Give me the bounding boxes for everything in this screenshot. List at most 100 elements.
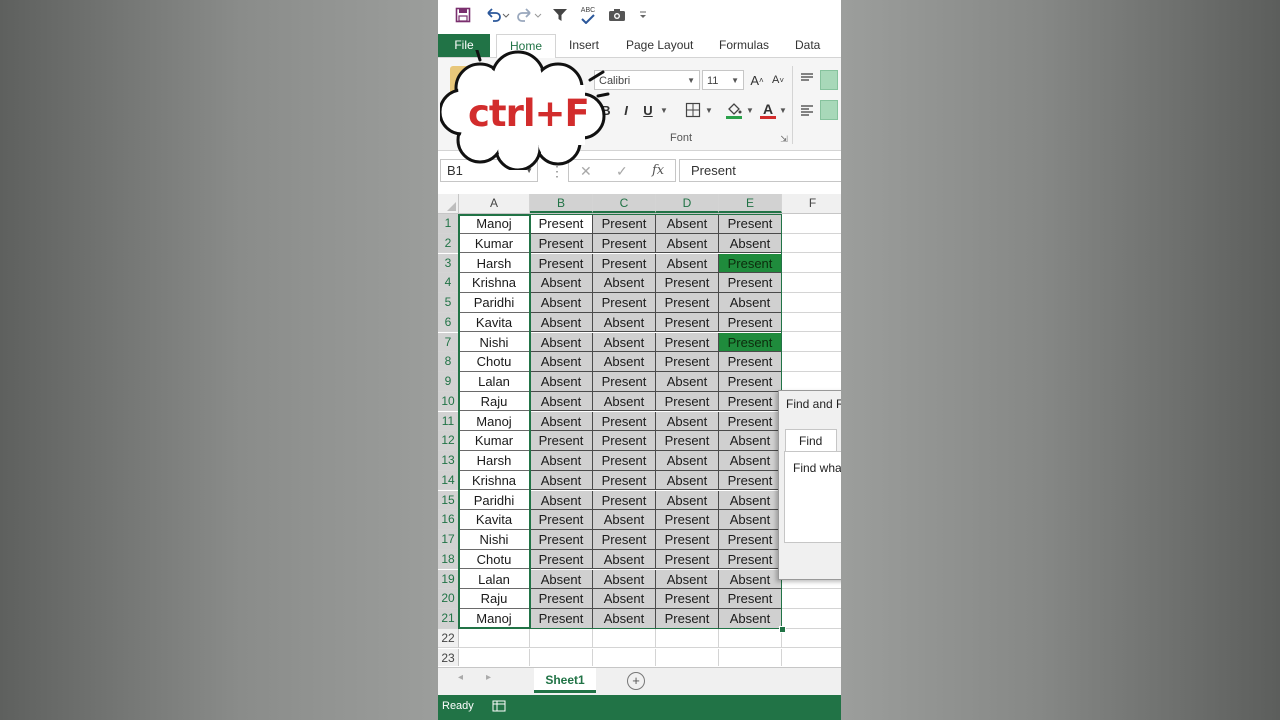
cell-b19[interactable]: Absent — [530, 569, 593, 590]
align-left-icon[interactable] — [798, 100, 816, 120]
row-header[interactable]: 6 — [438, 312, 459, 333]
cell-a20[interactable]: Raju — [459, 589, 530, 609]
cell-a9[interactable]: Lalan — [459, 372, 530, 392]
cell-c9[interactable]: Present — [593, 372, 656, 392]
camera-icon[interactable] — [606, 4, 628, 26]
column-header-d[interactable]: D — [656, 194, 719, 213]
tab-page-layout[interactable]: Page Layout — [626, 34, 693, 57]
italic-button[interactable]: I — [618, 100, 634, 120]
row-header[interactable]: 5 — [438, 293, 459, 313]
cell-b2[interactable]: Present — [530, 233, 593, 254]
cell-b12[interactable]: Present — [530, 431, 593, 451]
cell-a19[interactable]: Lalan — [459, 569, 530, 590]
cell-b15[interactable]: Absent — [530, 490, 593, 511]
cell-e19[interactable]: Absent — [719, 569, 782, 590]
cell-b14[interactable]: Absent — [530, 470, 593, 491]
cell-c22[interactable] — [593, 628, 656, 649]
cell-d16[interactable]: Present — [656, 510, 719, 530]
row-header[interactable]: 12 — [438, 431, 459, 451]
row-header[interactable]: 16 — [438, 510, 459, 530]
cell-d1[interactable]: Absent — [656, 214, 719, 234]
confirm-icon[interactable]: ✓ — [616, 163, 628, 180]
customize-icon[interactable] — [636, 4, 650, 26]
cell-e7[interactable]: Present — [719, 332, 782, 353]
cell-b5[interactable]: Absent — [530, 293, 593, 313]
cell-e6[interactable]: Present — [719, 312, 782, 333]
cell-e21[interactable]: Absent — [719, 609, 782, 629]
column-header-a[interactable]: A — [459, 194, 530, 213]
row-header[interactable]: 22 — [438, 628, 459, 649]
cell-b20[interactable]: Present — [530, 589, 593, 609]
cell-e20[interactable]: Present — [719, 589, 782, 609]
cell-a8[interactable]: Chotu — [459, 352, 530, 372]
cell-e9[interactable]: Present — [719, 372, 782, 392]
cell-a5[interactable]: Paridhi — [459, 293, 530, 313]
column-header-f[interactable]: F — [782, 194, 841, 213]
cell-d14[interactable]: Absent — [656, 470, 719, 491]
cell-a10[interactable]: Raju — [459, 391, 530, 412]
cell-d22[interactable] — [656, 628, 719, 649]
cell-d3[interactable]: Absent — [656, 253, 719, 274]
cell-a2[interactable]: Kumar — [459, 233, 530, 254]
row-header[interactable]: 21 — [438, 609, 459, 629]
cell-e12[interactable]: Absent — [719, 431, 782, 451]
cell-d7[interactable]: Present — [656, 332, 719, 353]
fill-handle[interactable] — [779, 625, 786, 633]
cell-d9[interactable]: Absent — [656, 372, 719, 392]
cell-d6[interactable]: Present — [656, 312, 719, 333]
cell-a22[interactable] — [459, 628, 530, 649]
row-header[interactable]: 19 — [438, 569, 459, 590]
chevron-down-icon[interactable]: ▼ — [704, 100, 714, 120]
column-header-c[interactable]: C — [593, 194, 656, 213]
cell-a3[interactable]: Harsh — [459, 253, 530, 274]
row-header[interactable]: 7 — [438, 332, 459, 353]
cell-d4[interactable]: Present — [656, 273, 719, 293]
column-header-e[interactable]: E — [719, 194, 782, 213]
tab-find[interactable]: Find — [785, 429, 837, 451]
cell-d17[interactable]: Present — [656, 530, 719, 550]
cell-a16[interactable]: Kavita — [459, 510, 530, 530]
cell-c17[interactable]: Present — [593, 530, 656, 550]
fill-color-icon[interactable] — [723, 100, 745, 120]
cell-d5[interactable]: Present — [656, 293, 719, 313]
row-header[interactable]: 10 — [438, 391, 459, 412]
cell-d15[interactable]: Absent — [656, 490, 719, 511]
cell-e23[interactable] — [719, 648, 782, 666]
row-header[interactable]: 8 — [438, 352, 459, 372]
cell-a18[interactable]: Chotu — [459, 549, 530, 570]
row-header[interactable]: 11 — [438, 411, 459, 432]
cell-f9[interactable] — [782, 372, 841, 392]
shrink-font-icon[interactable]: A ˅ — [769, 70, 787, 90]
cell-f23[interactable] — [782, 649, 841, 667]
cell-c12[interactable]: Present — [593, 431, 656, 451]
cell-a17[interactable]: Nishi — [459, 530, 530, 550]
redo-icon[interactable] — [514, 4, 544, 26]
cell-a21[interactable]: Manoj — [459, 609, 530, 629]
cell-d18[interactable]: Present — [656, 549, 719, 570]
cell-e2[interactable]: Absent — [719, 233, 782, 254]
cell-c10[interactable]: Absent — [593, 391, 656, 412]
cell-f5[interactable] — [782, 293, 841, 313]
cell-d13[interactable]: Absent — [656, 451, 719, 471]
cell-d12[interactable]: Present — [656, 431, 719, 451]
row-header[interactable]: 20 — [438, 589, 459, 609]
underline-button[interactable]: U — [640, 100, 656, 120]
cell-f20[interactable] — [782, 589, 841, 609]
row-header[interactable]: 3 — [438, 253, 459, 274]
cell-d10[interactable]: Present — [656, 391, 719, 412]
tab-formulas[interactable]: Formulas — [719, 34, 769, 57]
cell-f22[interactable] — [782, 629, 841, 649]
cell-a13[interactable]: Harsh — [459, 451, 530, 471]
cell-b13[interactable]: Absent — [530, 451, 593, 471]
cell-b22[interactable] — [530, 628, 593, 649]
filter-icon[interactable] — [550, 4, 570, 26]
font-color-icon[interactable]: A — [758, 100, 778, 120]
cell-e5[interactable]: Absent — [719, 293, 782, 313]
cell-b23[interactable] — [530, 648, 593, 666]
align-center-icon[interactable] — [820, 100, 838, 120]
cell-b3[interactable]: Present — [530, 253, 593, 274]
cell-d11[interactable]: Absent — [656, 411, 719, 432]
cell-c3[interactable]: Present — [593, 253, 656, 274]
dialog-launcher-icon[interactable]: ⇲ — [778, 132, 790, 146]
cell-b16[interactable]: Present — [530, 510, 593, 530]
